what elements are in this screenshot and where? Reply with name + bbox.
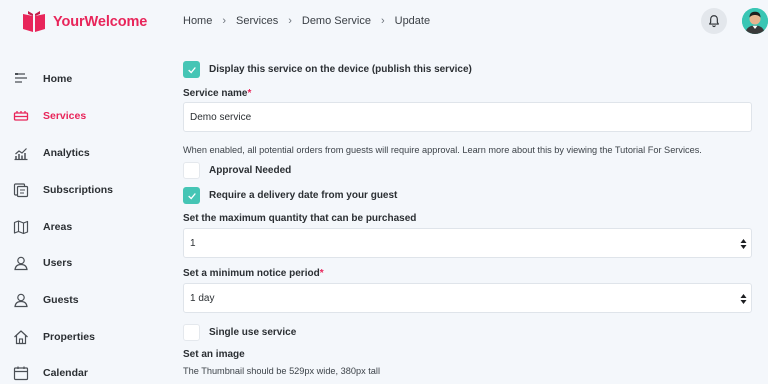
max-quantity-label: Set the maximum quantity that can be pur… [183,213,417,224]
subscriptions-icon [13,183,29,198]
bell-icon [709,15,719,28]
sidebar-item-label: Services [43,110,87,122]
service-name-value: Demo service [190,111,252,123]
guest-icon [14,293,28,308]
sidebar-item-label: Calendar [43,367,88,379]
top-header: YourWelcome Home › Services › Demo Servi… [0,0,768,44]
publish-label: Display this service on the device (publ… [209,64,472,75]
user-icon [14,256,28,271]
approval-label: Approval Needed [209,165,292,176]
chevron-right-icon: › [288,15,292,27]
breadcrumb-demo-service[interactable]: Demo Service [302,15,371,27]
sidebar-item-label: Areas [43,221,73,233]
delivery-row: Require a delivery date from your guest [183,187,397,204]
analytics-icon [14,148,28,161]
sidebar-item-properties[interactable]: Properties [0,322,160,352]
sidebar-item-guests[interactable]: Guests [0,285,160,315]
sidebar-item-label: Users [43,257,73,269]
service-form: Display this service on the device (publ… [183,44,753,384]
logo-icon [23,11,45,32]
approval-checkbox[interactable] [183,162,200,179]
notice-value: 1 day [190,292,215,304]
sidebar-item-areas[interactable]: Areas [0,212,160,242]
image-help-text: The Thumbnail should be 529px wide, 380p… [183,366,380,376]
check-icon [187,192,196,199]
service-name-input[interactable]: Demo service [183,102,752,132]
service-name-label: Service name* [183,88,252,99]
delivery-label: Require a delivery date from your guest [209,190,398,201]
approval-help-text: When enabled, all potential orders from … [183,145,702,155]
single-use-row: Single use service [183,324,296,341]
required-mark: * [319,268,324,279]
sidebar-item-label: Analytics [43,147,90,159]
sidebar-item-label: Properties [43,331,95,343]
single-use-label: Single use service [209,327,297,338]
notice-select[interactable]: 1 day [183,283,752,313]
sidebar-item-services[interactable]: Services [0,101,160,131]
brand-name: YourWelcome [53,14,148,30]
chevron-right-icon: › [380,15,385,27]
brand-logo[interactable]: YourWelcome [22,11,147,33]
sidebar: Home Services Analytics Subscriptions Ar… [0,44,160,384]
breadcrumb-services[interactable]: Services [236,15,278,27]
max-quantity-value: 1 [190,237,196,249]
avatar[interactable] [742,8,768,34]
select-arrows-icon [740,239,747,249]
single-use-checkbox[interactable] [183,324,200,341]
sidebar-item-users[interactable]: Users [0,248,160,278]
breadcrumb-home[interactable]: Home [183,15,212,27]
house-icon [14,330,28,345]
approval-row: Approval Needed [183,162,291,179]
avatar-image [742,8,768,34]
home-icon [15,73,27,83]
notifications-button[interactable] [701,8,727,34]
required-mark: * [247,88,252,99]
notice-label: Set a minimum notice period* [183,268,324,279]
breadcrumb: Home › Services › Demo Service › Update [183,15,430,27]
sidebar-item-subscriptions[interactable]: Subscriptions [0,175,160,205]
breadcrumb-update: Update [394,15,431,27]
sidebar-item-label: Home [43,73,73,85]
sidebar-item-label: Subscriptions [43,184,114,196]
map-icon [13,220,29,235]
check-icon [187,66,196,73]
publish-checkbox[interactable] [183,61,200,78]
sidebar-item-label: Guests [43,294,79,306]
select-arrows-icon [740,294,747,304]
calendar-icon [13,366,29,381]
chevron-right-icon: › [222,15,227,27]
sidebar-item-home[interactable]: Home [0,64,160,94]
sidebar-item-analytics[interactable]: Analytics [0,138,160,168]
services-icon [13,111,29,121]
publish-row: Display this service on the device (publ… [183,61,472,78]
delivery-checkbox[interactable] [183,187,200,204]
max-quantity-select[interactable]: 1 [183,228,752,258]
sidebar-item-calendar[interactable]: Calendar [0,358,160,384]
image-label: Set an image [183,349,245,360]
